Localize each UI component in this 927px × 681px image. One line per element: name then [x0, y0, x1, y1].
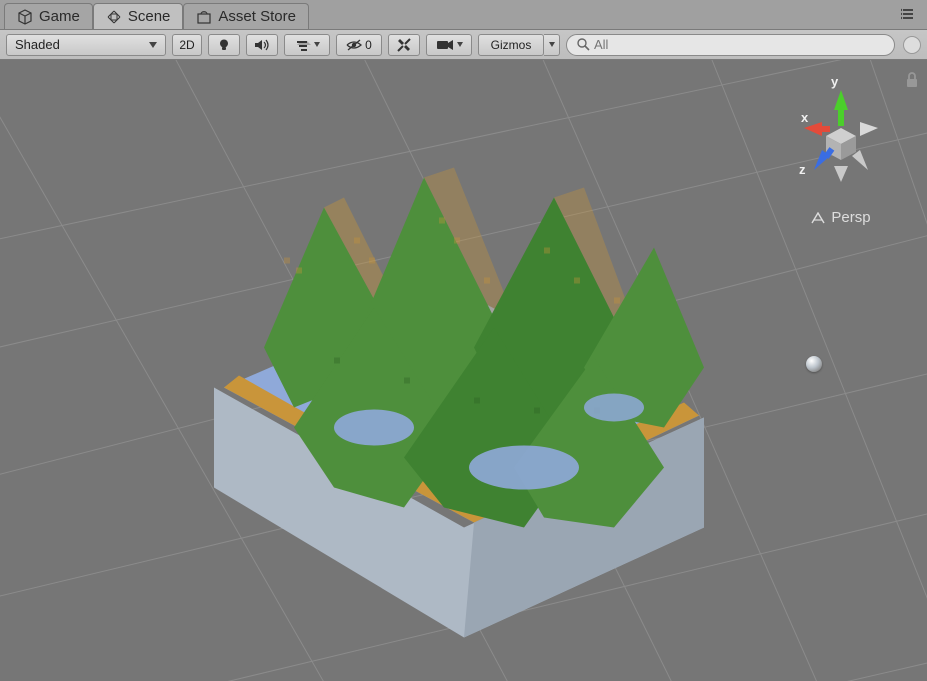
fx-icon [295, 38, 311, 52]
gizmo-axes-icon[interactable] [786, 78, 896, 198]
light-gizmo[interactable] [806, 356, 822, 372]
scene-toolbar: Shaded 2D [0, 30, 927, 60]
tab-scene[interactable]: Scene [93, 3, 184, 29]
gizmos-caret-button[interactable] [544, 34, 560, 56]
tab-asset-store-label: Asset Store [218, 8, 296, 25]
lock-icon[interactable] [905, 72, 919, 91]
tab-scene-label: Scene [128, 8, 171, 25]
2d-toggle-button[interactable]: 2D [172, 34, 202, 56]
lighting-toggle-button[interactable] [208, 34, 240, 56]
tools-button[interactable] [388, 34, 420, 56]
scene-search-field[interactable] [566, 34, 895, 56]
visibility-button[interactable]: 0 [336, 34, 382, 56]
eye-off-icon [346, 39, 362, 51]
chevron-down-icon [314, 42, 320, 47]
2d-label: 2D [179, 38, 194, 52]
gizmo-x-label: x [801, 110, 808, 125]
audio-toggle-button[interactable] [246, 34, 278, 56]
search-icon [577, 38, 590, 51]
projection-label: Persp [831, 209, 870, 226]
scene-icon [106, 9, 122, 25]
chevron-down-icon [549, 42, 555, 47]
scene-search-input[interactable] [594, 37, 884, 52]
gizmo-z-label: z [799, 162, 806, 177]
projection-icon [811, 212, 825, 224]
camera-icon [436, 39, 454, 51]
scene-viewport[interactable]: x y z Persp [0, 60, 927, 681]
asset-store-icon [196, 9, 212, 25]
shading-mode-dropdown[interactable]: Shaded [6, 34, 166, 56]
tab-options-button[interactable] [901, 6, 919, 22]
terrain-object[interactable] [144, 108, 784, 671]
lightbulb-icon [217, 38, 231, 52]
fx-dropdown-button[interactable] [284, 34, 330, 56]
tab-bar: Game Scene Asset Store [0, 0, 927, 30]
tab-game-label: Game [39, 8, 80, 25]
tab-asset-store[interactable]: Asset Store [183, 3, 309, 29]
gizmos-label: Gizmos [491, 38, 532, 52]
chevron-down-icon [457, 42, 463, 47]
tab-game[interactable]: Game [4, 3, 93, 29]
projection-toggle[interactable]: Persp [781, 209, 901, 226]
gizmos-dropdown-button[interactable]: Gizmos [478, 34, 544, 56]
search-close-button[interactable] [903, 36, 921, 54]
tools-icon [396, 37, 412, 53]
visibility-count-label: 0 [365, 38, 372, 52]
chevron-down-icon [149, 42, 157, 48]
audio-icon [254, 38, 270, 52]
orientation-gizmo[interactable]: x y z Persp [781, 78, 901, 226]
shading-mode-label: Shaded [15, 37, 60, 52]
gizmo-y-label: y [831, 74, 838, 89]
camera-dropdown-button[interactable] [426, 34, 472, 56]
game-icon [17, 9, 33, 25]
unity-scene-window: Game Scene Asset Store [0, 0, 927, 681]
